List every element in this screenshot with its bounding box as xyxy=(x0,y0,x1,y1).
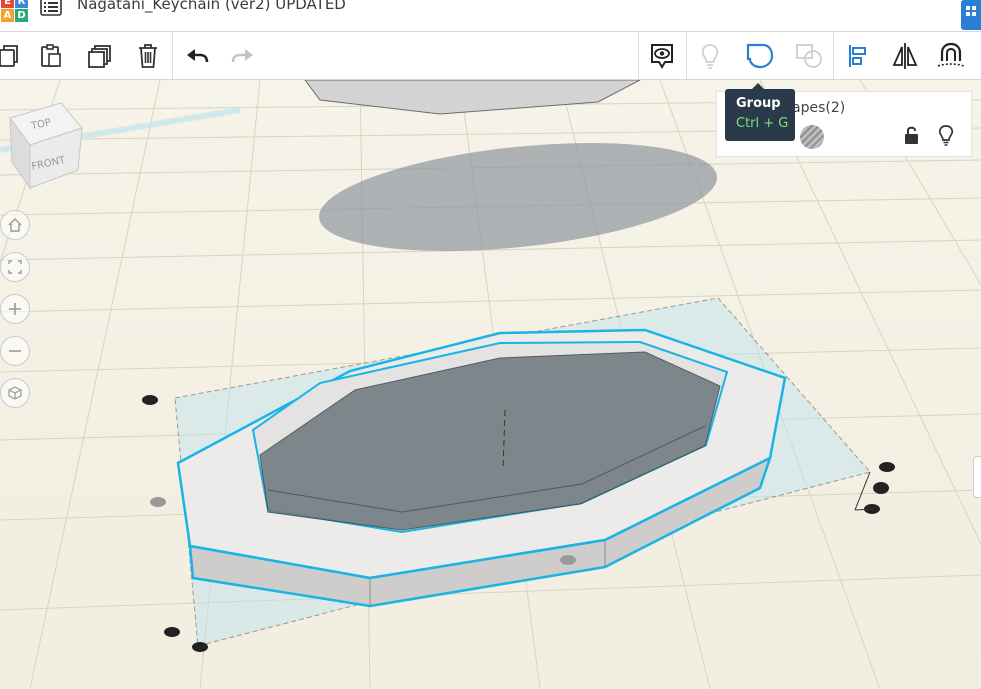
duplicate-icon xyxy=(88,44,111,68)
resize-handle-side xyxy=(150,497,166,507)
mirror-icon xyxy=(892,42,918,69)
title-bar: E R A D Nagatani_Keychain (ver2) UPDATED xyxy=(0,0,981,32)
home-icon xyxy=(8,218,22,232)
fit-view-button[interactable] xyxy=(0,252,30,282)
hide-button[interactable] xyxy=(688,32,732,79)
3d-workplane-viewport[interactable]: TOP FRONT xyxy=(0,80,981,689)
tooltip-title: Group xyxy=(736,96,781,111)
copy-icon xyxy=(0,44,18,67)
resize-handle-corner xyxy=(879,462,895,472)
shapes-count-label: apes(2) xyxy=(792,100,846,116)
panel-collapse-handle[interactable] xyxy=(973,456,981,498)
mirror-button[interactable] xyxy=(883,32,927,79)
show-all-button[interactable] xyxy=(640,32,684,79)
ungroup-button[interactable] xyxy=(787,32,831,79)
logo-tile: A xyxy=(1,9,14,22)
edit-toolbar xyxy=(0,32,981,80)
zoom-in-icon xyxy=(9,303,21,315)
bulb-icon[interactable] xyxy=(935,124,957,146)
zoom-in-button[interactable] xyxy=(0,294,30,324)
document-title[interactable]: Nagatani_Keychain (ver2) UPDATED xyxy=(77,0,346,13)
copy-button[interactable] xyxy=(0,32,30,79)
paste-icon xyxy=(41,43,61,67)
tooltip-shortcut: Ctrl + G xyxy=(736,116,789,131)
undo-icon xyxy=(187,48,209,62)
resize-handle-corner xyxy=(192,642,208,652)
logo-tile: R xyxy=(15,0,28,8)
zoom-out-icon xyxy=(9,350,21,352)
toolbar-divider xyxy=(638,32,639,79)
toolbar-divider xyxy=(833,32,834,79)
show-all-icon xyxy=(651,43,673,69)
perspective-icon xyxy=(8,386,22,400)
align-icon xyxy=(849,44,866,67)
redo-button[interactable] xyxy=(221,32,265,79)
toolbar-divider xyxy=(686,32,687,79)
undo-button[interactable] xyxy=(175,32,219,79)
resize-handle-corner xyxy=(164,627,180,637)
workplane-magnet-button[interactable] xyxy=(929,32,973,79)
user-menu-button[interactable] xyxy=(961,0,981,30)
fit-icon xyxy=(8,260,22,274)
zoom-out-button[interactable] xyxy=(0,336,30,366)
delete-button[interactable] xyxy=(126,32,170,79)
grid-icon xyxy=(966,6,976,16)
group-tooltip: Group Ctrl + G xyxy=(725,89,795,141)
home-view-button[interactable] xyxy=(0,210,30,240)
align-button[interactable] xyxy=(836,32,880,79)
bulb-icon xyxy=(701,43,719,69)
ungroup-icon xyxy=(796,43,822,68)
delete-icon xyxy=(139,43,157,68)
paste-button[interactable] xyxy=(29,32,73,79)
hole-swatch[interactable] xyxy=(800,125,824,149)
resize-handle-side xyxy=(560,555,576,565)
workplane-magnet-icon xyxy=(937,42,965,67)
perspective-button[interactable] xyxy=(0,378,30,408)
tinkercad-logo[interactable]: E R A D xyxy=(0,0,28,27)
view-cube[interactable]: TOP FRONT xyxy=(6,100,86,190)
group-icon xyxy=(746,43,774,68)
logo-tile: D xyxy=(15,9,28,22)
workplane-scene[interactable] xyxy=(0,80,981,689)
redo-icon xyxy=(231,48,253,62)
design-list-icon[interactable] xyxy=(40,0,62,17)
lock-open-icon[interactable] xyxy=(902,125,922,145)
duplicate-button[interactable] xyxy=(78,32,122,79)
resize-handle-corner xyxy=(142,395,158,405)
logo-tile: E xyxy=(1,0,14,8)
group-button[interactable] xyxy=(738,32,782,79)
toolbar-divider xyxy=(172,32,173,79)
height-handle xyxy=(873,482,889,494)
